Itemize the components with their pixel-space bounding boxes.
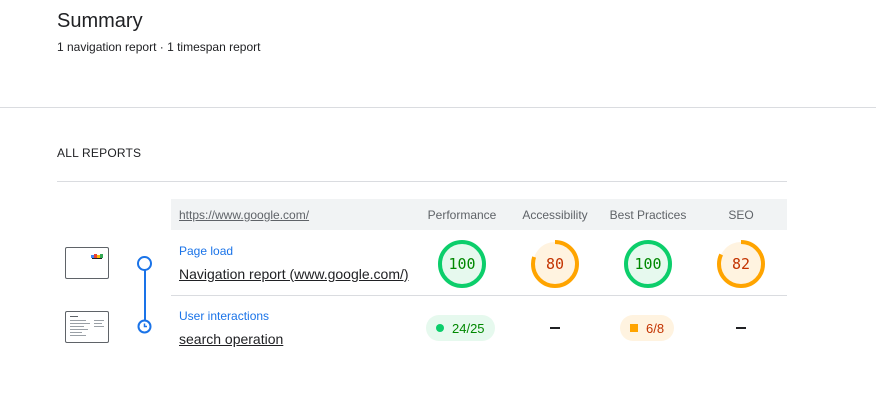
url-link[interactable]: https://www.google.com/	[179, 208, 309, 222]
gauge-score-value: 80	[546, 255, 564, 273]
section-title: ALL REPORTS	[57, 146, 142, 160]
gauge-score-value: 100	[448, 255, 475, 273]
fraction-value: 24/25	[452, 320, 485, 336]
score-gauge-ring: 100	[624, 240, 672, 288]
average-square-icon	[630, 324, 638, 332]
row-type-page-load: Page load	[179, 244, 234, 258]
row-divider	[171, 295, 787, 296]
table-header: https://www.google.com/ Performance Acce…	[171, 199, 787, 230]
score-gauge-ring: 100	[438, 240, 486, 288]
column-header-best-practices: Best Practices	[609, 208, 687, 222]
row-type-user-interactions: User interactions	[179, 309, 270, 323]
pass-dot-icon	[436, 324, 444, 332]
score-gauge-ring: 80	[531, 240, 579, 288]
score-gauge-ring: 82	[717, 240, 765, 288]
search-operation-link[interactable]: search operation	[179, 331, 283, 347]
gauge-seo[interactable]: 82	[716, 239, 766, 289]
search-results-thumbnail-icon	[70, 316, 104, 336]
fraction-best-practices[interactable]: 6/8	[620, 315, 675, 341]
section-divider	[57, 181, 787, 182]
navigation-thumbnail[interactable]	[65, 247, 109, 279]
column-header-accessibility: Accessibility	[522, 208, 588, 222]
timeline-connector	[144, 264, 146, 326]
top-divider	[0, 107, 876, 108]
column-header-performance: Performance	[427, 208, 497, 222]
summary-title: Summary	[57, 10, 143, 32]
fraction-performance[interactable]: 24/25	[426, 315, 495, 341]
timeline-clock-icon	[137, 319, 152, 334]
navigation-report-link[interactable]: Navigation report (www.google.com/)	[179, 266, 409, 282]
gauge-performance[interactable]: 100	[437, 239, 487, 289]
gauge-best-practices[interactable]: 100	[623, 239, 673, 289]
column-header-seo: SEO	[728, 208, 754, 222]
fraction-seo-empty	[736, 327, 746, 329]
gauge-accessibility[interactable]: 80	[530, 239, 580, 289]
fraction-value: 6/8	[646, 320, 665, 336]
fraction-accessibility-empty	[550, 327, 560, 329]
google-logo-thumbnail-icon	[91, 254, 103, 259]
gauge-score-value: 100	[634, 255, 661, 273]
summary-subtitle: 1 navigation report · 1 timespan report	[57, 40, 261, 54]
timespan-thumbnail[interactable]	[65, 311, 109, 343]
timeline-navigation-node-icon	[137, 256, 152, 271]
gauge-score-value: 82	[732, 255, 750, 273]
